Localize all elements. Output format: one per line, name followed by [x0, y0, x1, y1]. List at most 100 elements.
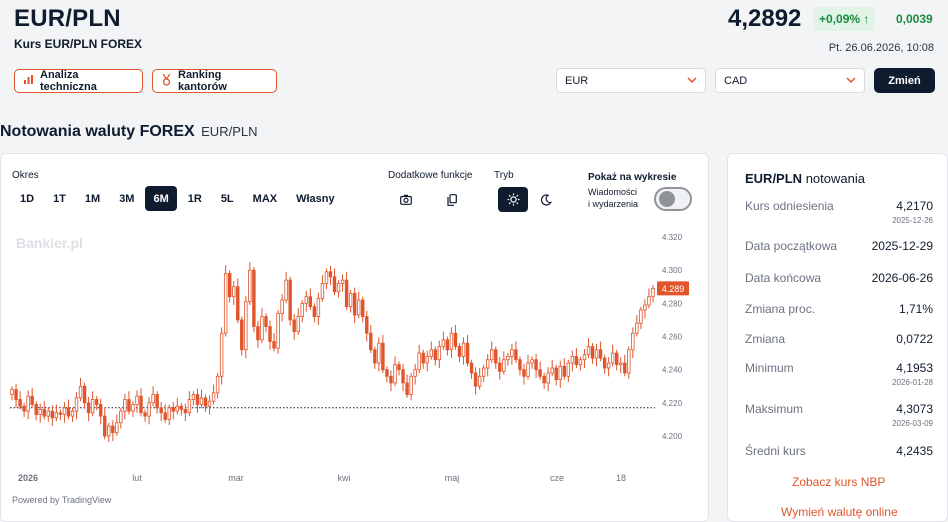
- period-1r[interactable]: 1R: [180, 186, 210, 211]
- candle-body: [361, 299, 365, 318]
- nbp-rate-link[interactable]: Zobacz kurs NBP: [792, 475, 885, 489]
- light-mode-icon[interactable]: [498, 187, 528, 212]
- x-tick-label: lut: [132, 473, 142, 483]
- candle-body: [127, 399, 131, 412]
- candle-body: [594, 349, 599, 359]
- candle-body: [139, 395, 143, 414]
- change-currency-button[interactable]: Zmień: [874, 68, 935, 93]
- candle-body: [324, 271, 329, 284]
- candle-body: [481, 367, 486, 377]
- candle-body: [381, 342, 385, 371]
- candle-body: [352, 292, 357, 316]
- row-value-change: 0,0722: [896, 332, 933, 346]
- candle-body: [191, 394, 196, 400]
- candle-body: [586, 346, 591, 356]
- candle-body: [409, 375, 413, 395]
- candle-body: [159, 407, 163, 414]
- row-label-change: Zmiana: [745, 332, 786, 346]
- x-tick-label: cze: [550, 473, 564, 483]
- change-percent-badge: +0,09% ↑: [813, 7, 876, 31]
- quote-datetime: Pt. 26.06.2026, 10:08: [828, 42, 934, 54]
- candle-body: [643, 304, 647, 311]
- candle-body: [562, 365, 567, 377]
- exchange-online-link[interactable]: Wymień walutę online: [781, 505, 898, 519]
- exchange-ranking-button[interactable]: Ranking kantorów: [152, 69, 277, 93]
- candle-body: [203, 397, 208, 407]
- candle-body: [34, 404, 38, 415]
- candle-body: [195, 394, 200, 405]
- page-title: EUR/PLN: [14, 5, 121, 32]
- candle-body: [461, 342, 466, 357]
- y-tick-label: 4.240: [662, 366, 683, 375]
- row-value-end-date: 2026-06-26: [871, 271, 933, 285]
- camera-icon[interactable]: [391, 187, 421, 212]
- candle-body: [502, 359, 506, 372]
- candle-body: [135, 395, 139, 405]
- currency-from-select[interactable]: EUR: [556, 68, 706, 93]
- candle-body: [107, 425, 111, 437]
- candle-body: [546, 372, 550, 384]
- currency-to-select[interactable]: CAD: [715, 68, 865, 93]
- row-label-reference: Kurs odniesienia: [745, 199, 834, 213]
- candle-body: [534, 359, 538, 371]
- period-1d[interactable]: 1D: [12, 186, 42, 211]
- candle-body: [494, 349, 498, 364]
- row-label-minimum: Minimum: [745, 361, 794, 375]
- change-absolute: 0,0039: [896, 12, 933, 26]
- candle-body: [602, 357, 607, 369]
- candle-body: [619, 362, 623, 366]
- candle-body: [522, 369, 526, 377]
- row-date-reference: 2025-12-26: [892, 216, 933, 225]
- period-1m[interactable]: 1M: [77, 186, 108, 211]
- candle-body: [284, 279, 288, 301]
- candle-body: [550, 367, 554, 374]
- period-5l[interactable]: 5L: [213, 186, 242, 211]
- candle-body: [332, 276, 337, 293]
- period-max[interactable]: MAX: [245, 186, 285, 211]
- y-tick-label: 4.320: [662, 233, 683, 242]
- news-label-line1: Wiadomości: [588, 187, 638, 197]
- candle-body: [510, 349, 514, 357]
- section-title: Notowania waluty FOREX EUR/PLN: [0, 123, 258, 141]
- candle-body: [215, 375, 220, 394]
- dark-mode-icon[interactable]: [531, 187, 561, 212]
- period-6m[interactable]: 6M: [145, 186, 177, 211]
- candle-body: [288, 279, 292, 321]
- page-header: EUR/PLN Kurs EUR/PLN FOREX 4,2892 +0,09%…: [0, 0, 948, 111]
- candle-body: [42, 409, 46, 417]
- candle-body: [94, 399, 99, 405]
- candle-body: [336, 283, 341, 293]
- period-1t[interactable]: 1T: [45, 186, 74, 211]
- candle-body: [171, 407, 175, 412]
- x-tick-label: mar: [228, 473, 244, 483]
- price-chart[interactable]: Bankier.pl 4.200 4.220 4.240 4.260 4.280 4.300…: [0, 225, 709, 515]
- candle-body: [276, 312, 280, 349]
- candle-body: [312, 306, 317, 318]
- candle-body: [115, 422, 119, 434]
- candle-body: [498, 362, 502, 372]
- period-custom[interactable]: Własny: [288, 186, 343, 211]
- chevron-down-icon: [687, 75, 697, 86]
- x-tick-label: kwi: [338, 473, 351, 483]
- news-toggle[interactable]: [654, 187, 692, 211]
- candle-body: [570, 355, 575, 364]
- period-3m[interactable]: 3M: [111, 186, 142, 211]
- candle-body: [252, 269, 256, 327]
- currency-from-value: EUR: [565, 74, 589, 87]
- candle-body: [70, 410, 75, 417]
- candle-body: [320, 283, 325, 299]
- candle-body: [328, 271, 333, 278]
- candle-body: [582, 354, 587, 361]
- technical-analysis-button[interactable]: Analiza techniczna: [14, 69, 143, 93]
- candle-body: [232, 286, 236, 298]
- candle-body: [280, 299, 284, 314]
- candle-body: [268, 326, 272, 342]
- candle-body: [272, 341, 276, 349]
- row-value-change-pct: 1,71%: [898, 302, 933, 316]
- candle-body: [433, 349, 438, 361]
- copy-icon[interactable]: [437, 187, 467, 212]
- candle-body: [485, 359, 490, 369]
- last-price-label: 4.289: [662, 284, 685, 294]
- candle-body: [417, 352, 421, 371]
- candle-body: [308, 296, 313, 308]
